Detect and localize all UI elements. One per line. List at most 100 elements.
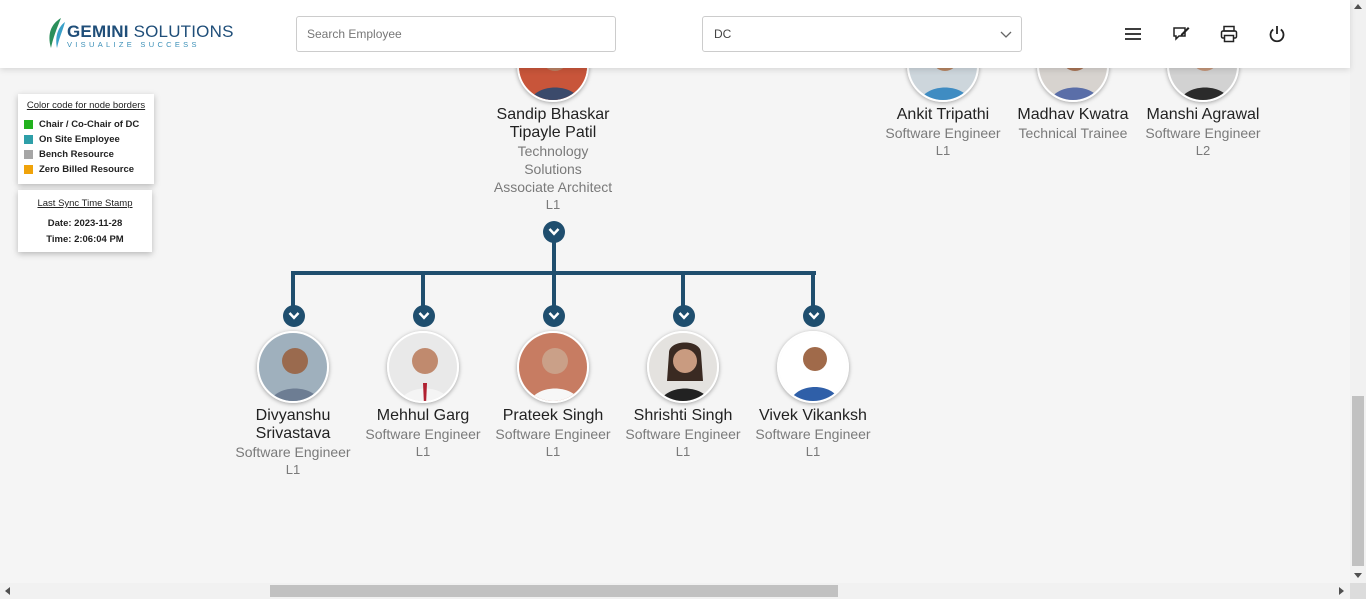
chevron-down-icon <box>548 312 560 320</box>
employee-name: Divyanshu <box>255 407 331 424</box>
power-icon[interactable] <box>1267 24 1287 44</box>
expand-toggle-mehhul[interactable] <box>413 305 435 327</box>
menu-icon[interactable] <box>1123 24 1143 44</box>
scrollbar-corner <box>1350 583 1366 599</box>
employee-name: Manshi Agrawal <box>1146 106 1260 123</box>
employee-level: L1 <box>545 197 561 212</box>
vertical-scrollbar[interactable] <box>1350 0 1366 583</box>
department-select[interactable]: DC <box>702 16 1022 52</box>
legend-item-bench: Bench Resource <box>24 148 148 160</box>
expand-toggle-sandip[interactable] <box>543 221 565 243</box>
employee-designation: Associate Architect <box>493 179 613 195</box>
expand-toggle-divyanshu[interactable] <box>283 305 305 327</box>
legend-swatch <box>24 119 33 129</box>
node-mehhul: Mehhul Garg Software Engineer L1 <box>358 407 488 461</box>
border-color-legend: Color code for node borders Chair / Co-C… <box>18 94 154 184</box>
employee-designation: Technical Trainee <box>1018 125 1128 141</box>
avatar-shrishti[interactable] <box>647 331 719 403</box>
chevron-down-icon <box>418 312 430 320</box>
node-ankit: Ankit Tripathi Software Engineer L1 <box>878 106 1008 160</box>
employee-designation: Software Engineer <box>235 444 351 460</box>
node-prateek: Prateek Singh Software Engineer L1 <box>488 407 618 461</box>
sync-timestamp-card: Last Sync Time Stamp Date: 2023-11-28 Ti… <box>18 190 152 252</box>
chevron-down-icon <box>678 312 690 320</box>
employee-name: Madhav Kwatra <box>1017 106 1129 123</box>
scroll-right-arrow-icon[interactable] <box>1339 587 1344 595</box>
connector-drop <box>291 271 295 307</box>
top-header: GEMINI SOLUTIONS VISUALIZE SUCCESS DC <box>0 0 1350 68</box>
employee-designation: Software Engineer <box>1145 125 1261 141</box>
employee-designation: Software Engineer <box>625 426 741 442</box>
employee-designation: Software Engineer <box>755 426 871 442</box>
brand-logo[interactable]: GEMINI SOLUTIONS VISUALIZE SUCCESS <box>47 18 233 52</box>
horizontal-scrollbar[interactable] <box>0 583 1350 599</box>
expand-toggle-vivek[interactable] <box>803 305 825 327</box>
chevron-down-icon <box>808 312 820 320</box>
employee-name: Vivek Vikanksh <box>759 407 867 424</box>
chevron-down-icon <box>288 312 300 320</box>
print-icon[interactable] <box>1219 24 1239 44</box>
leaf-logo-icon <box>49 18 65 48</box>
avatar-vivek[interactable] <box>777 331 849 403</box>
legend-label: Chair / Co-Chair of DC <box>39 118 140 130</box>
brand-name: GEMINI SOLUTIONS <box>67 22 234 41</box>
legend-label: Bench Resource <box>39 148 114 160</box>
employee-name-line2: Srivastava <box>255 425 331 442</box>
sync-date: Date: 2023-11-28 <box>47 218 123 229</box>
expand-toggle-shrishti[interactable] <box>673 305 695 327</box>
employee-designation: Solutions <box>524 161 582 177</box>
legend-swatch <box>24 134 33 144</box>
node-madhav: Madhav Kwatra Technical Trainee <box>1008 106 1138 142</box>
employee-designation: Software Engineer <box>365 426 481 442</box>
employee-level: L1 <box>545 444 561 459</box>
employee-level: L1 <box>935 143 951 158</box>
employee-designation: Software Engineer <box>495 426 611 442</box>
legend-swatch <box>24 164 33 174</box>
employee-name: Shrishti Singh <box>633 407 733 424</box>
scroll-down-arrow-icon[interactable] <box>1354 573 1362 578</box>
node-divyanshu: Divyanshu Srivastava Software Engineer L… <box>228 407 358 479</box>
node-vivek: Vivek Vikanksh Software Engineer L1 <box>748 407 878 461</box>
search-employee-input[interactable] <box>296 16 616 52</box>
scroll-left-arrow-icon[interactable] <box>5 587 10 595</box>
node-shrishti: Shrishti Singh Software Engineer L1 <box>618 407 748 461</box>
employee-level: L1 <box>675 444 691 459</box>
connector-vertical <box>552 242 556 274</box>
legend-title: Color code for node borders <box>26 100 146 111</box>
node-manshi: Manshi Agrawal Software Engineer L2 <box>1138 106 1268 160</box>
connector-drop <box>552 271 556 307</box>
employee-name: Mehhul Garg <box>376 407 470 424</box>
avatar-divyanshu[interactable] <box>257 331 329 403</box>
avatar-prateek[interactable] <box>517 331 589 403</box>
legend-swatch <box>24 149 33 159</box>
employee-level: L1 <box>285 462 301 477</box>
connector-drop <box>811 271 815 307</box>
department-select-value: DC <box>714 27 732 41</box>
legend-item-zero-billed: Zero Billed Resource <box>24 163 148 175</box>
chevron-down-icon <box>1000 31 1012 38</box>
employee-name-line2: Tipayle Patil <box>509 124 597 141</box>
avatar-mehhul[interactable] <box>387 331 459 403</box>
chevron-down-icon <box>548 228 560 236</box>
vertical-scroll-thumb[interactable] <box>1352 396 1364 566</box>
employee-name: Sandip Bhaskar <box>496 106 610 123</box>
expand-toggle-prateek[interactable] <box>543 305 565 327</box>
legend-item-onsite: On Site Employee <box>24 133 148 145</box>
employee-designation: Technology <box>517 143 589 159</box>
legend-item-chair: Chair / Co-Chair of DC <box>24 118 148 130</box>
sync-title: Last Sync Time Stamp <box>37 198 133 209</box>
employee-level: L2 <box>1195 143 1211 158</box>
feedback-edit-icon[interactable] <box>1171 24 1191 44</box>
employee-designation: Software Engineer <box>885 125 1001 141</box>
connector-drop <box>421 271 425 307</box>
employee-name: Ankit Tripathi <box>896 106 990 123</box>
connector-drop <box>681 271 685 307</box>
brand-tagline: VISUALIZE SUCCESS <box>67 40 200 49</box>
employee-level: L1 <box>415 444 431 459</box>
horizontal-scroll-thumb[interactable] <box>270 585 838 597</box>
legend-label: Zero Billed Resource <box>39 163 135 175</box>
employee-name: Prateek Singh <box>502 407 604 424</box>
scroll-up-arrow-icon[interactable] <box>1354 4 1362 9</box>
sync-time: Time: 2:06:04 PM <box>46 234 124 245</box>
employee-level: L1 <box>805 444 821 459</box>
